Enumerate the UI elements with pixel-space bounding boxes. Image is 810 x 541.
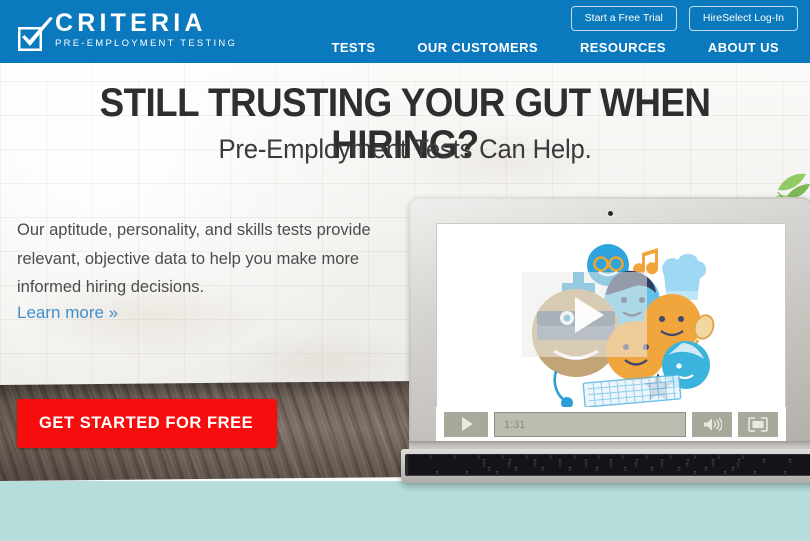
nav-resources[interactable]: RESOURCES: [559, 36, 687, 59]
page-subtitle: Pre-Employment Tests Can Help.: [218, 134, 592, 164]
header-button-group: Start a Free Trial HireSelect Log-In: [570, 6, 798, 31]
nav-tests[interactable]: TESTS: [311, 36, 397, 59]
hero-body-text: Our aptitude, personality, and skills te…: [17, 221, 371, 296]
nav-our-customers[interactable]: OUR CUSTOMERS: [396, 36, 559, 59]
video-play-button[interactable]: [444, 411, 488, 437]
footer-band: [0, 481, 810, 541]
video-volume-button[interactable]: [692, 411, 732, 437]
laptop-illustration: 1:31: [401, 197, 810, 483]
video-controls-bar: 1:31: [436, 407, 786, 441]
webcam-icon: [608, 211, 613, 216]
page-root: CRITERIA PRE-EMPLOYMENT TESTING Start a …: [0, 0, 810, 541]
laptop-base: [401, 449, 810, 483]
hireselect-login-button[interactable]: HireSelect Log-In: [688, 6, 798, 31]
main-navigation: TESTS OUR CUSTOMERS RESOURCES ABOUT US: [311, 36, 800, 59]
fullscreen-icon: [748, 416, 768, 432]
site-header: CRITERIA PRE-EMPLOYMENT TESTING Start a …: [0, 0, 810, 63]
laptop-keyboard: [405, 454, 810, 476]
start-free-trial-button[interactable]: Start a Free Trial: [570, 6, 677, 31]
play-icon: [574, 296, 604, 333]
logo-name: CRITERIA: [55, 9, 207, 37]
laptop-screen: 1:31: [436, 223, 786, 441]
video-timeline-scrubber[interactable]: 1:31: [494, 411, 686, 437]
laptop-lid: 1:31: [409, 197, 810, 441]
site-logo[interactable]: CRITERIA PRE-EMPLOYMENT TESTING: [16, 11, 237, 51]
nav-about-us[interactable]: ABOUT US: [687, 36, 800, 59]
checkbox-check-icon: [16, 17, 53, 51]
video-timecode: 1:31: [504, 418, 526, 431]
video-fullscreen-button[interactable]: [738, 411, 778, 437]
get-started-button[interactable]: GET STARTED FOR FREE: [17, 399, 278, 448]
volume-icon: [704, 417, 722, 431]
play-icon: [462, 417, 473, 431]
logo-tagline: PRE-EMPLOYMENT TESTING: [55, 38, 238, 49]
video-play-overlay[interactable]: [522, 272, 647, 357]
learn-more-link[interactable]: Learn more »: [17, 302, 118, 324]
